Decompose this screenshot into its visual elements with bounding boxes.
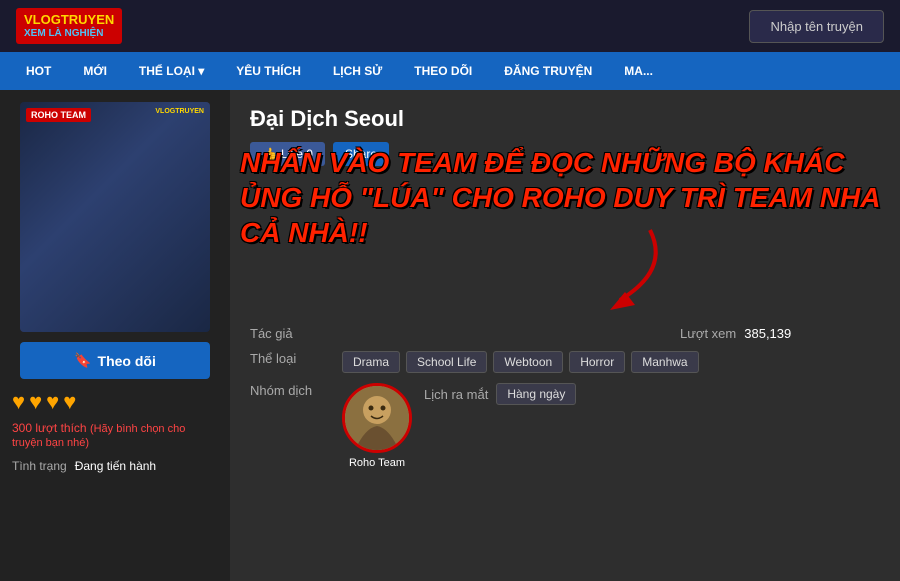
manga-title: Đại Dịch Seoul — [250, 106, 880, 132]
main-content: ROHO TEAM VLOGTRUYEN 어느날 갑가기 서울은 🔖 Theo … — [0, 90, 900, 581]
tag-drama[interactable]: Drama — [342, 351, 400, 373]
team-circle[interactable] — [342, 383, 412, 453]
logo-line2: XEM LÀ NGHIỆN — [24, 28, 114, 40]
team-container: Roho Team — [342, 383, 412, 469]
main-nav: HOT MỚI THỂ LOẠI ▾ YÊU THÍCH LỊCH SỬ THE… — [0, 52, 900, 90]
info-row-genres: Thể loại Drama School Life Webtoon Horro… — [250, 351, 880, 373]
tag-manhwa[interactable]: Manhwa — [631, 351, 698, 373]
status-row: Tình trạng Đang tiến hành — [12, 459, 156, 473]
follow-label: Theo dõi — [98, 353, 156, 369]
heart-2: ♥ — [29, 389, 42, 415]
views-value: 385,139 — [744, 326, 791, 341]
nav-lichsu[interactable]: LỊCH SỬ — [317, 52, 398, 90]
logo: VLOGTRUYEN XEM LÀ NGHIỆN — [16, 8, 122, 44]
group-label: Nhóm dịch — [250, 383, 330, 398]
overlay-text: NHẤN VÀO TEAM ĐỂ ĐỌC NHỮNG BỘ KHÁC ỦNG H… — [240, 145, 890, 250]
tags-list: Drama School Life Webtoon Horror Manhwa — [342, 351, 699, 373]
info-row-author: Tác giả Lượt xem 385,139 — [250, 326, 880, 341]
nav-moi[interactable]: MỚI — [67, 52, 123, 90]
left-sidebar: ROHO TEAM VLOGTRUYEN 어느날 갑가기 서울은 🔖 Theo … — [0, 90, 230, 581]
status-label: Tình trạng — [12, 459, 67, 473]
nav-hot[interactable]: HOT — [10, 52, 67, 90]
cover-label: ROHO TEAM — [26, 108, 91, 122]
release-group: Lịch ra mắt Hàng ngày — [424, 383, 624, 405]
nav-dangtruyen[interactable]: ĐĂNG TRUYỆN — [488, 52, 608, 90]
search-button[interactable]: Nhập tên truyện — [749, 10, 884, 43]
author-label: Tác giả — [250, 326, 330, 341]
views-group: Lượt xem 385,139 — [680, 326, 880, 341]
nav-theloai[interactable]: THỂ LOẠI ▾ — [123, 52, 220, 90]
tag-school[interactable]: School Life — [406, 351, 487, 373]
info-row-group: Nhóm dịch Roho — [250, 383, 880, 469]
team-avatar-svg — [345, 386, 409, 450]
hearts-row: ♥ ♥ ♥ ♥ — [12, 389, 76, 415]
logo-line1: VLOGTRUYEN — [24, 12, 114, 28]
logo-area: VLOGTRUYEN XEM LÀ NGHIỆN — [16, 8, 122, 44]
status-value: Đang tiến hành — [75, 459, 156, 473]
bookmark-icon: 🔖 — [74, 352, 91, 369]
release-label: Lịch ra mắt — [424, 387, 488, 402]
cover-bg — [20, 102, 210, 332]
tag-horror[interactable]: Horror — [569, 351, 625, 373]
genre-label: Thể loại — [250, 351, 330, 366]
overlay-message: NHẤN VÀO TEAM ĐỂ ĐỌC NHỮNG BỘ KHÁC ỦNG H… — [240, 145, 890, 250]
heart-4: ♥ — [63, 389, 76, 415]
tag-webtoon[interactable]: Webtoon — [493, 351, 563, 373]
heart-1: ♥ — [12, 389, 25, 415]
release-badge: Hàng ngày — [496, 383, 576, 405]
cover-image: ROHO TEAM VLOGTRUYEN 어느날 갑가기 서울은 — [20, 102, 210, 332]
info-table: Tác giả Lượt xem 385,139 Thể loại Drama … — [250, 326, 880, 469]
heart-3: ♥ — [46, 389, 59, 415]
header: VLOGTRUYEN XEM LÀ NGHIỆN Nhập tên truyện — [0, 0, 900, 52]
nav-theodoi[interactable]: THEO DÕI — [398, 52, 488, 90]
nav-yeuthich[interactable]: YÊU THÍCH — [220, 52, 317, 90]
views-label: Lượt xem — [680, 326, 736, 341]
likes-text: 300 lượt thích (Hãy bình chọn cho truyện… — [12, 421, 218, 449]
likes-count: 300 lượt thích — [12, 421, 87, 435]
nav-more[interactable]: MA... — [608, 52, 669, 90]
follow-button[interactable]: 🔖 Theo dõi — [20, 342, 210, 379]
cover-watermark: VLOGTRUYEN — [155, 108, 204, 115]
team-name: Roho Team — [349, 457, 405, 469]
right-content: Đại Dịch Seoul 👍 Like 0 Share NHẤN VÀO T… — [230, 90, 900, 581]
